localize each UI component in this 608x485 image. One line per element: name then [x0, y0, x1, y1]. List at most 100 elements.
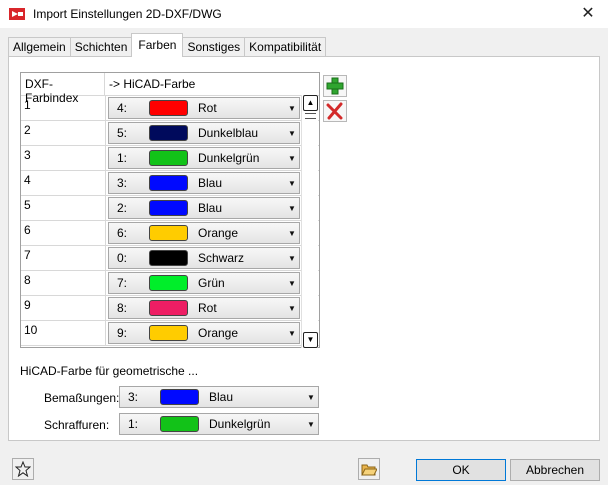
color-number: 0: — [117, 251, 128, 265]
table-row[interactable]: 8 7: Grün ▼ — [21, 271, 319, 296]
color-name: Grün — [198, 276, 225, 290]
chevron-down-icon: ▼ — [288, 228, 296, 238]
delete-x-icon — [326, 102, 343, 120]
scroll-thumb[interactable] — [305, 113, 316, 119]
ok-button[interactable]: OK — [416, 459, 506, 481]
color-number: 8: — [117, 301, 128, 315]
hatching-label: Schraffuren: — [44, 418, 110, 432]
column-header-dxf-index: DXF-Farbindex — [21, 73, 105, 105]
color-name: Orange — [198, 326, 239, 340]
dxf-index-cell[interactable]: 9 — [21, 296, 106, 320]
table-row[interactable]: 7 0: Schwarz ▼ — [21, 246, 319, 271]
tab-farben[interactable]: Farben — [131, 33, 184, 57]
table-row[interactable]: 9 8: Rot ▼ — [21, 296, 319, 321]
chevron-down-icon: ▼ — [288, 253, 296, 263]
color-name: Orange — [198, 226, 239, 240]
color-swatch — [160, 389, 199, 405]
hicad-color-select[interactable]: 0: Schwarz ▼ — [108, 247, 300, 269]
tab-sonstiges[interactable]: Sonstiges — [182, 37, 246, 57]
chevron-down-icon: ▼ — [288, 303, 296, 313]
table-header: DXF-Farbindex -> HiCAD-Farbe — [21, 73, 319, 105]
color-swatch — [149, 275, 188, 291]
star-icon — [15, 461, 31, 477]
dxf-index-cell[interactable]: 4 — [21, 171, 106, 195]
color-swatch — [149, 100, 188, 116]
dxf-index-cell[interactable]: 1 — [21, 96, 106, 120]
tab-kompatibilitaet[interactable]: Kompatibilität — [244, 37, 327, 57]
hicad-color-select[interactable]: 5: Dunkelblau ▼ — [108, 122, 300, 144]
dxf-index-cell[interactable]: 8 — [21, 271, 106, 295]
tab-bar: Allgemein Schichten Farben Sonstiges Kom… — [8, 33, 327, 57]
title-bar: Import Einstellungen 2D-DXF/DWG ✕ — [0, 0, 608, 28]
hicad-color-select[interactable]: 3: Blau ▼ — [108, 172, 300, 194]
dimensions-color-select[interactable]: 3: Blau ▼ — [119, 386, 319, 408]
folder-icon — [361, 464, 377, 476]
table-row[interactable]: 5 2: Blau ▼ — [21, 196, 319, 221]
scroll-up-arrow-icon[interactable]: ▲ — [303, 95, 318, 111]
color-number: 1: — [117, 151, 128, 165]
color-number: 7: — [117, 276, 128, 290]
color-name: Rot — [198, 101, 217, 115]
dxf-index-cell[interactable]: 5 — [21, 196, 106, 220]
color-swatch — [149, 175, 188, 191]
hatching-color-name: Dunkelgrün — [209, 417, 271, 431]
table-row[interactable]: 10 9: Orange ▼ — [21, 321, 319, 346]
favorites-button[interactable] — [12, 458, 34, 480]
chevron-down-icon: ▼ — [288, 278, 296, 288]
dxf-index-cell[interactable]: 2 — [21, 121, 106, 145]
scroll-down-arrow-icon[interactable]: ▼ — [303, 332, 318, 348]
dxf-index-cell[interactable]: 6 — [21, 221, 106, 245]
chevron-down-icon: ▼ — [288, 128, 296, 138]
color-number: 6: — [117, 226, 128, 240]
dxf-index-cell[interactable]: 7 — [21, 246, 106, 270]
color-number: 3: — [117, 176, 128, 190]
hatching-color-number: 1: — [128, 417, 139, 431]
window-title: Import Einstellungen 2D-DXF/DWG — [33, 7, 222, 21]
dxf-index-cell[interactable]: 3 — [21, 146, 106, 170]
table-row[interactable]: 3 1: Dunkelgrün ▼ — [21, 146, 319, 171]
chevron-down-icon: ▼ — [307, 392, 315, 402]
delete-mapping-button[interactable] — [323, 100, 347, 122]
color-name: Schwarz — [198, 251, 245, 265]
hicad-app-icon — [9, 6, 25, 22]
table-row[interactable]: 4 3: Blau ▼ — [21, 171, 319, 196]
hicad-color-select[interactable]: 4: Rot ▼ — [108, 97, 300, 119]
color-number: 4: — [117, 101, 128, 115]
add-mapping-button[interactable] — [323, 75, 347, 97]
dxf-index-cell[interactable]: 10 — [21, 321, 106, 345]
table-scrollbar[interactable]: ▲ ▼ — [301, 95, 318, 348]
color-swatch — [149, 325, 188, 341]
color-swatch — [149, 125, 188, 141]
color-number: 5: — [117, 126, 128, 140]
color-name: Blau — [198, 201, 223, 215]
hicad-color-select[interactable]: 2: Blau ▼ — [108, 197, 300, 219]
close-icon[interactable]: ✕ — [578, 4, 598, 24]
geometric-heading: HiCAD-Farbe für geometrische ... — [20, 364, 199, 378]
color-number: 2: — [117, 201, 128, 215]
cancel-button[interactable]: Abbrechen — [510, 459, 600, 481]
chevron-down-icon: ▼ — [307, 419, 315, 429]
dimensions-color-name: Blau — [209, 390, 234, 404]
column-header-hicad-color: -> HiCAD-Farbe — [109, 77, 196, 91]
table-row[interactable]: 6 6: Orange ▼ — [21, 221, 319, 246]
table-row[interactable]: 1 4: Rot ▼ — [21, 96, 319, 121]
color-mapping-table: DXF-Farbindex -> HiCAD-Farbe 1 4: Rot ▼ 2 5: D… — [20, 72, 320, 348]
hicad-color-select[interactable]: 1: Dunkelgrün ▼ — [108, 147, 300, 169]
hicad-color-select[interactable]: 9: Orange ▼ — [108, 322, 300, 344]
plus-icon — [326, 77, 344, 95]
color-swatch — [149, 150, 188, 166]
hicad-color-select[interactable]: 8: Rot ▼ — [108, 297, 300, 319]
color-name: Dunkelblau — [198, 126, 259, 140]
hatching-color-select[interactable]: 1: Dunkelgrün ▼ — [119, 413, 319, 435]
open-folder-button[interactable] — [358, 458, 380, 480]
tab-schichten[interactable]: Schichten — [69, 37, 133, 57]
table-row[interactable]: 2 5: Dunkelblau ▼ — [21, 121, 319, 146]
color-swatch — [149, 225, 188, 241]
hicad-color-select[interactable]: 7: Grün ▼ — [108, 272, 300, 294]
color-name: Dunkelgrün — [198, 151, 260, 165]
color-name: Blau — [198, 176, 223, 190]
color-name: Rot — [198, 301, 217, 315]
tab-allgemein[interactable]: Allgemein — [8, 37, 71, 57]
color-swatch — [149, 300, 188, 316]
hicad-color-select[interactable]: 6: Orange ▼ — [108, 222, 300, 244]
